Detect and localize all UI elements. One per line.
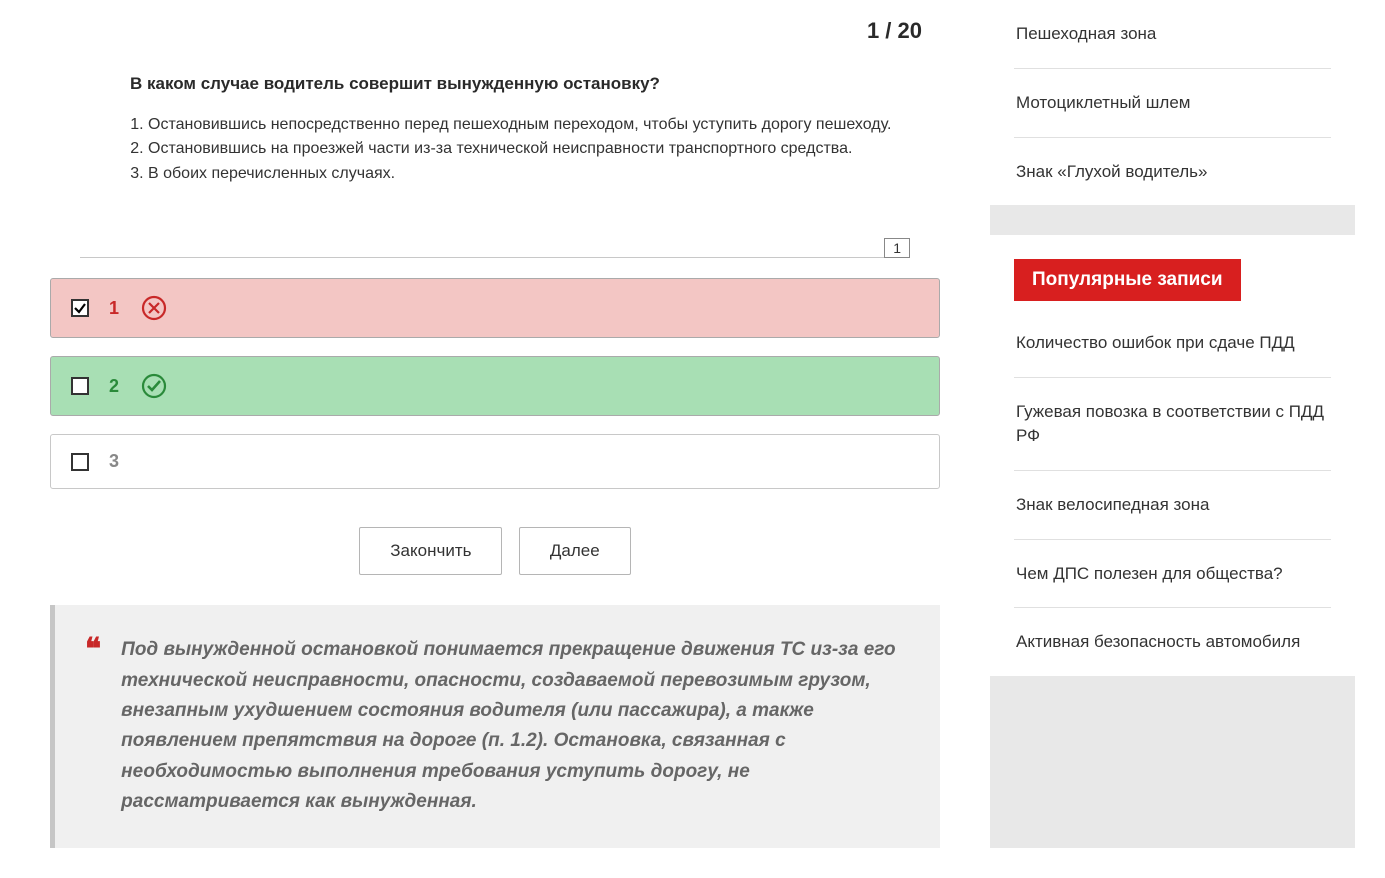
sidebar-item[interactable]: Мотоциклетный шлем (1014, 68, 1331, 137)
page-badge: 1 (884, 238, 910, 258)
sidebar-popular-block: Популярные записи Количество ошибок при … (990, 235, 1355, 676)
question-title: В каком случае водитель совершит вынужде… (130, 74, 910, 94)
widget-header: Популярные записи (990, 235, 1355, 309)
finish-button[interactable]: Закончить (359, 527, 502, 575)
answers-block: 1 2 3 (20, 268, 970, 517)
question-option-3: В обоих перечисленных случаях. (148, 163, 910, 185)
sidebar-popular-list: Количество ошибок при сдаче ПДД Гужевая … (990, 309, 1355, 676)
checkbox[interactable] (71, 299, 89, 317)
widget-title: Популярные записи (1014, 259, 1241, 301)
sidebar-item[interactable]: Чем ДПС полезен для общества? (1014, 539, 1331, 608)
progress-counter: 1 / 20 (20, 0, 970, 54)
action-buttons: Закончить Далее (20, 517, 970, 605)
answer-number: 1 (109, 298, 121, 319)
sidebar-item[interactable]: Знак «Глухой водитель» (1014, 137, 1331, 206)
sidebar-item[interactable]: Знак велосипедная зона (1014, 470, 1331, 539)
sidebar-item[interactable]: Гужевая повозка в соответствии с ПДД РФ (1014, 377, 1331, 470)
question-option-2: Остановившись на проезжей части из-за те… (148, 138, 910, 160)
question-options-list: Остановившись непосредственно перед пеше… (130, 114, 910, 185)
sidebar: Пешеходная зона Мотоциклетный шлем Знак … (990, 0, 1355, 848)
sidebar-top-list: Пешеходная зона Мотоциклетный шлем Знак … (990, 0, 1355, 205)
answer-number: 3 (109, 451, 119, 472)
question-footer-line: 1 (80, 237, 910, 258)
cross-circle-icon (141, 295, 167, 321)
question-option-1: Остановившись непосредственно перед пеше… (148, 114, 910, 136)
answer-option-3[interactable]: 3 (50, 434, 940, 489)
answer-number: 2 (109, 376, 121, 397)
checkbox[interactable] (71, 453, 89, 471)
sidebar-item[interactable]: Количество ошибок при сдаче ПДД (1014, 309, 1331, 377)
quote-icon: ❝ (85, 635, 101, 817)
question-card: В каком случае водитель совершит вынужде… (20, 54, 970, 207)
check-circle-icon (141, 373, 167, 399)
explanation-text: Под вынужденной остановкой понимается пр… (121, 635, 900, 817)
answer-option-1[interactable]: 1 (50, 278, 940, 338)
sidebar-item[interactable]: Пешеходная зона (1014, 0, 1331, 68)
checkbox[interactable] (71, 377, 89, 395)
sidebar-item[interactable]: Активная безопасность автомобиля (1014, 607, 1331, 676)
check-icon (73, 301, 87, 315)
explanation-box: ❝ Под вынужденной остановкой понимается … (50, 605, 940, 847)
answer-option-2[interactable]: 2 (50, 356, 940, 416)
next-button[interactable]: Далее (519, 527, 631, 575)
main-content: 1 / 20 В каком случае водитель совершит … (0, 0, 990, 848)
